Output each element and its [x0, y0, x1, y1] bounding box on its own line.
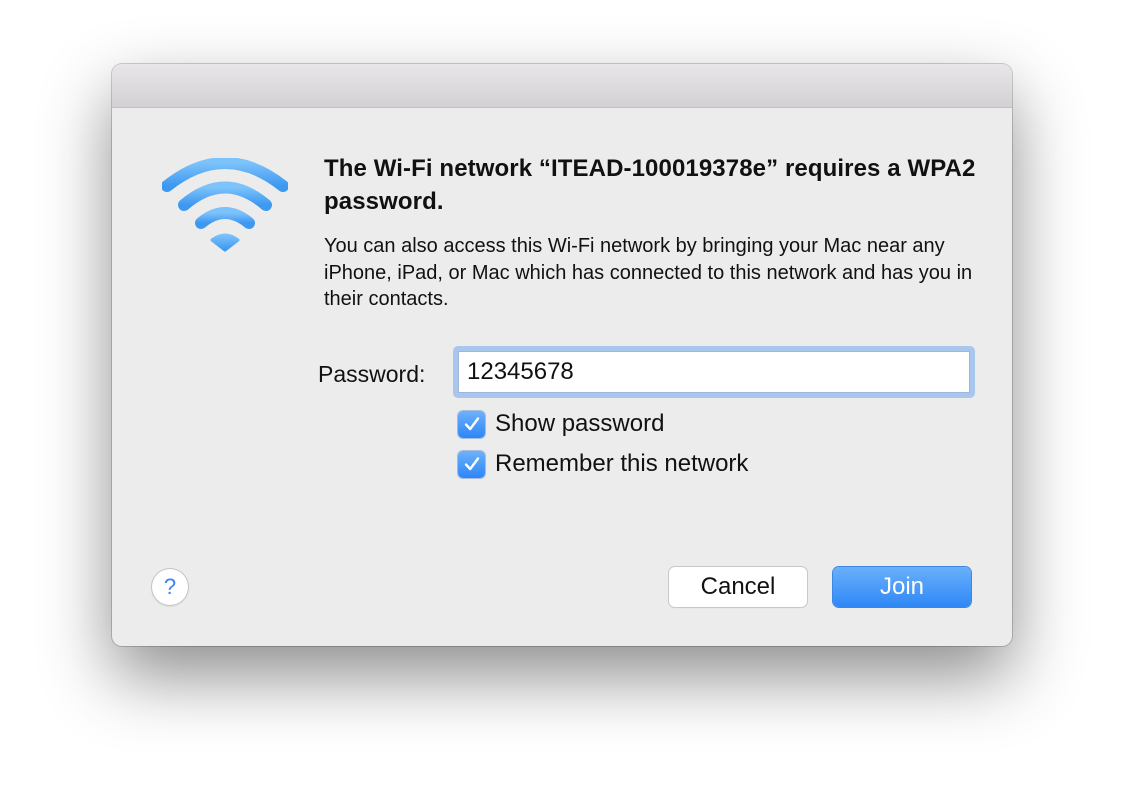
wifi-password-dialog: The Wi-Fi network “ITEAD-100019378e” req… [112, 64, 1012, 646]
wifi-icon [162, 158, 288, 252]
dialog-heading: The Wi-Fi network “ITEAD-100019378e” req… [324, 155, 976, 215]
password-input[interactable] [458, 351, 970, 393]
password-label: Password: [318, 361, 426, 387]
title-bar [112, 64, 1012, 108]
checkmark-icon [464, 417, 479, 431]
remember-network-option[interactable]: Remember this network [458, 450, 748, 478]
show-password-option[interactable]: Show password [458, 410, 664, 438]
checkmark-icon [464, 457, 479, 471]
show-password-label: Show password [495, 410, 665, 437]
show-password-checkbox[interactable] [458, 410, 485, 438]
remember-network-checkbox[interactable] [458, 450, 485, 478]
cancel-button[interactable]: Cancel [669, 567, 807, 607]
dialog-description: You can also access this Wi-Fi network b… [324, 235, 973, 310]
join-button[interactable]: Join [833, 567, 971, 607]
remember-network-label: Remember this network [495, 450, 749, 477]
help-button[interactable]: ? [152, 569, 188, 605]
